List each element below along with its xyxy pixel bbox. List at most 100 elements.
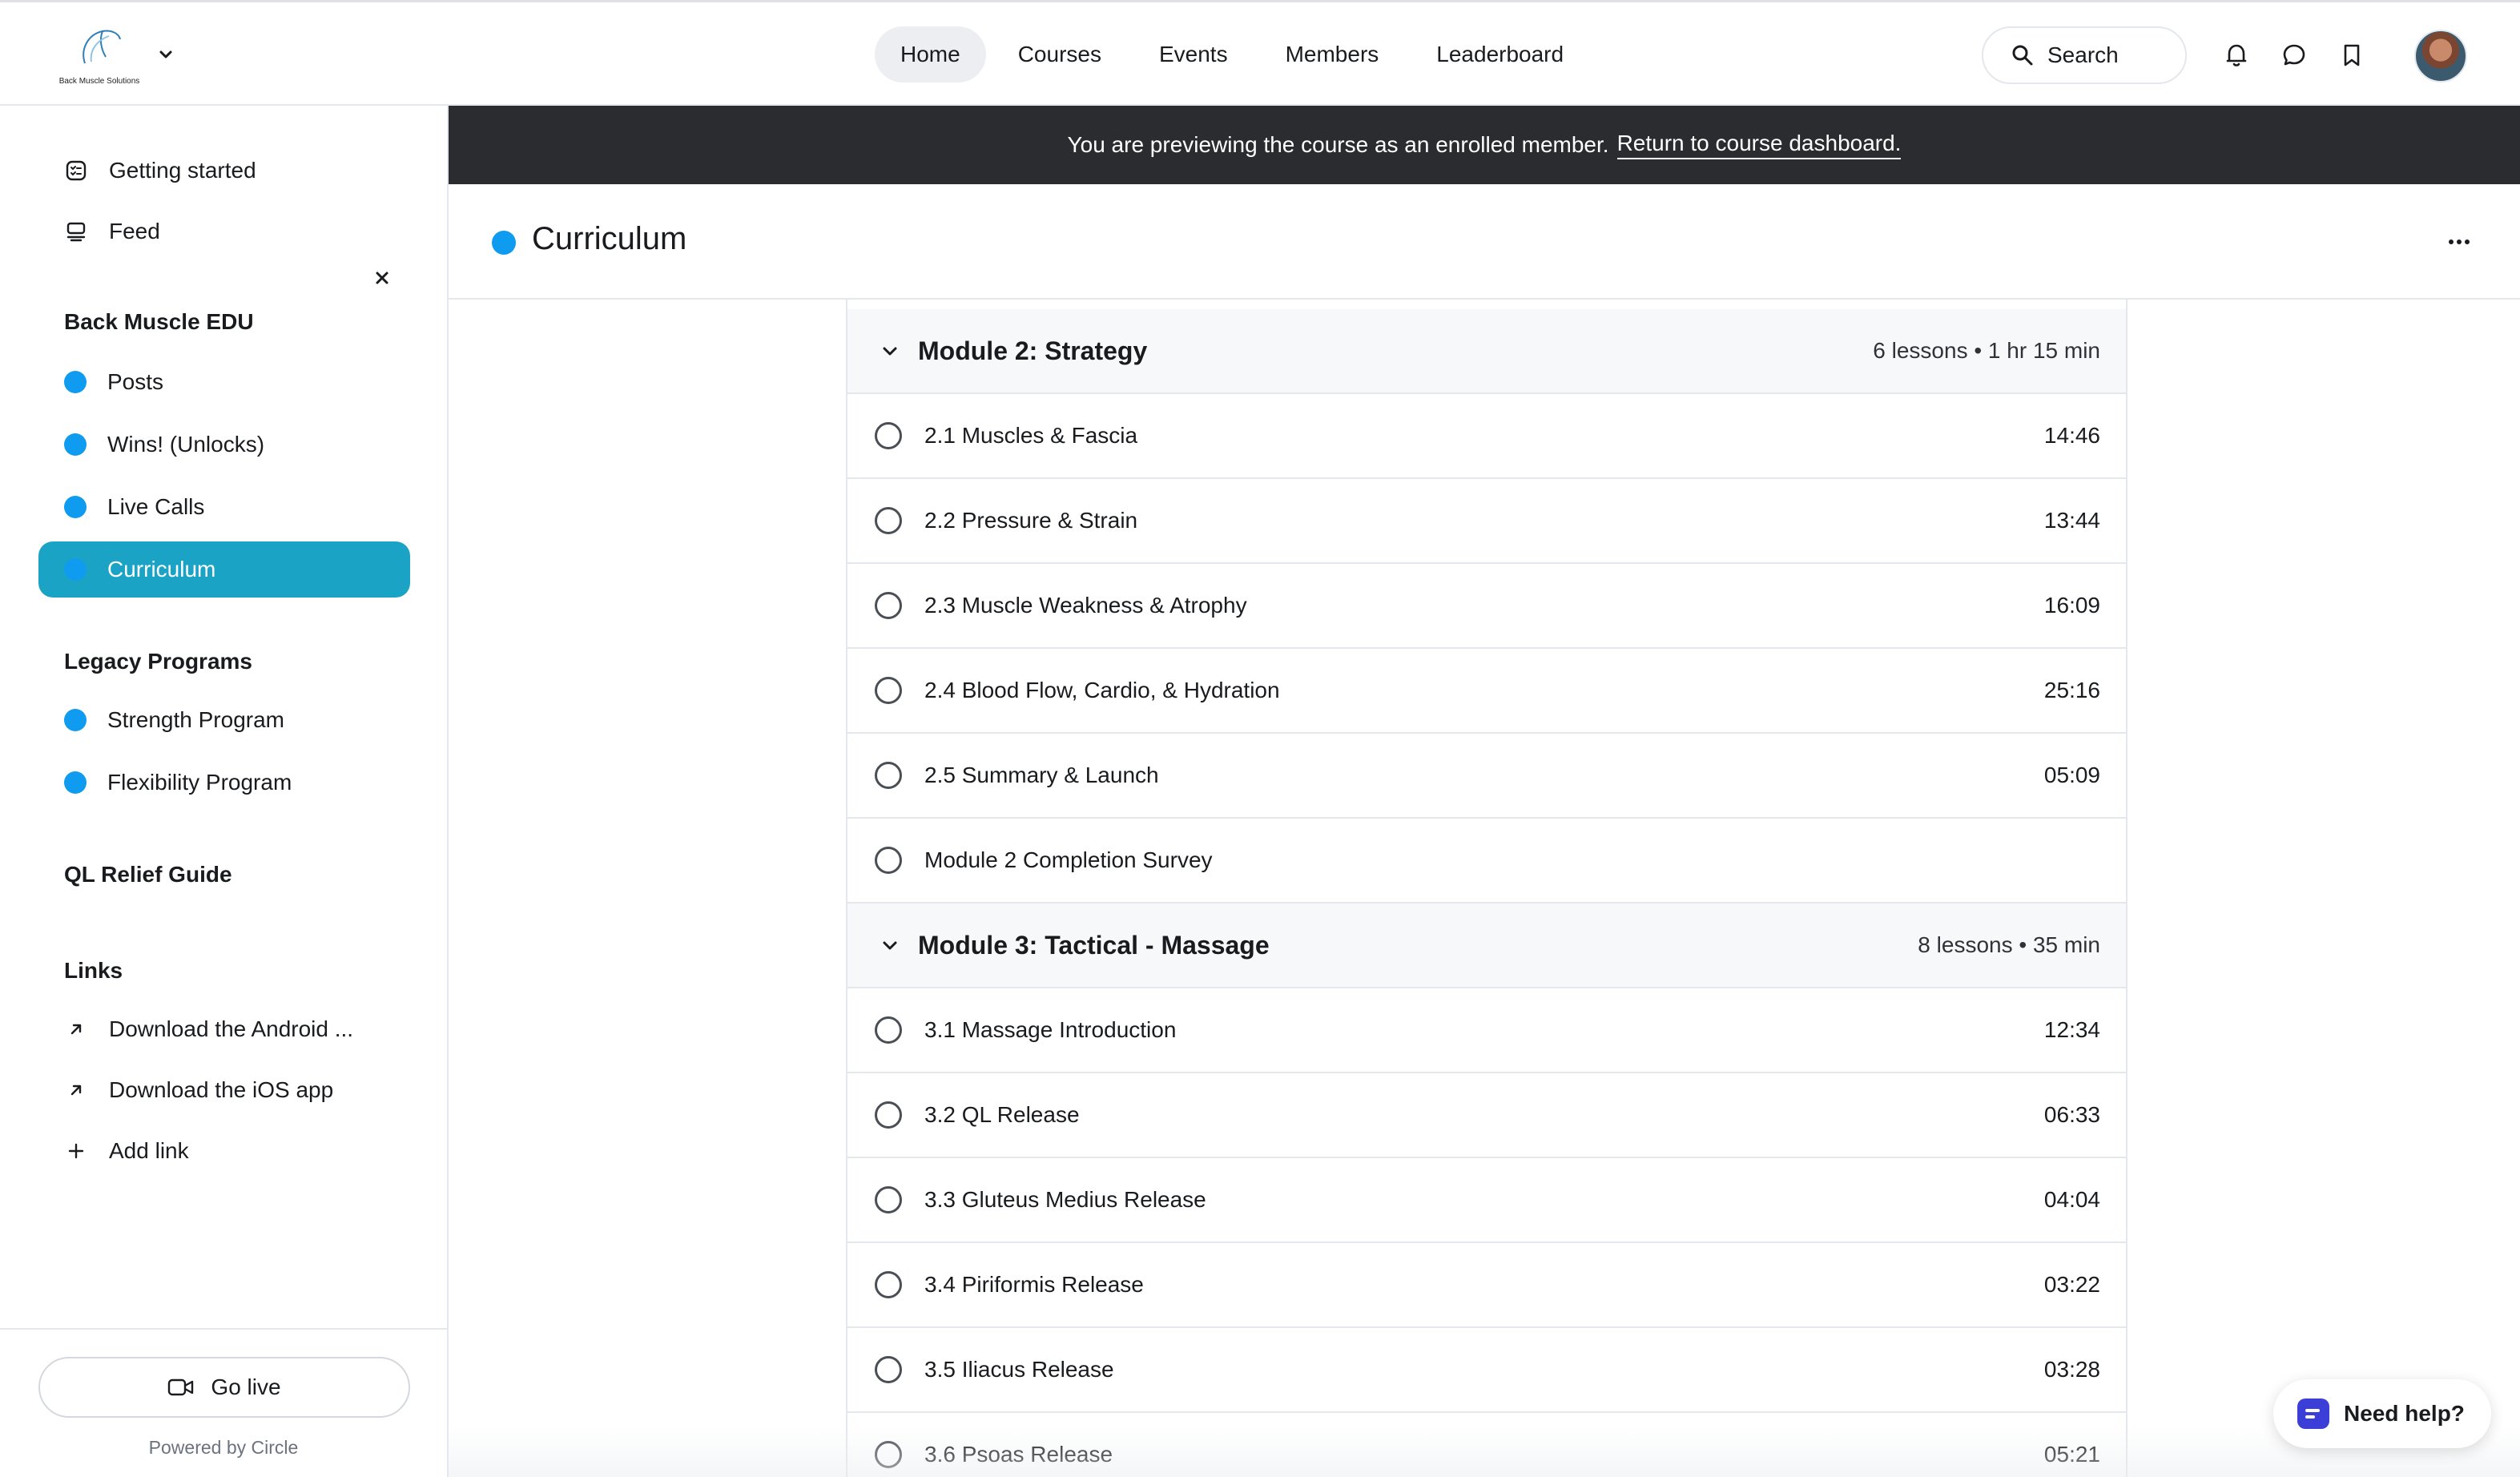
- main-nav: Home Courses Events Members Leaderboard: [875, 26, 1589, 83]
- avatar[interactable]: [2414, 30, 2467, 83]
- sidebar-item-label: Posts: [107, 369, 164, 394]
- lesson-row[interactable]: 3.6 Psoas Release 05:21: [847, 1413, 2126, 1477]
- add-link-button[interactable]: Add link: [38, 1123, 410, 1179]
- nav-courses[interactable]: Courses: [992, 26, 1127, 83]
- nav-home[interactable]: Home: [875, 26, 986, 83]
- sidebar-heading-legacy-programs[interactable]: Legacy Programs: [64, 649, 252, 674]
- sidebar-item-live-calls[interactable]: Live Calls: [38, 479, 410, 535]
- sidebar-item-label: Download the Android ...: [109, 1016, 354, 1041]
- space-dot-icon: [64, 709, 87, 731]
- plus-icon: [64, 1139, 88, 1163]
- need-help-button[interactable]: Need help?: [2273, 1379, 2491, 1448]
- lesson-status-circle-icon: [875, 1441, 902, 1468]
- lesson-duration: 13:44: [2043, 508, 2100, 533]
- lesson-duration: 16:09: [2043, 593, 2100, 618]
- sidebar-link-android[interactable]: Download the Android ...: [38, 1001, 410, 1057]
- nav-members[interactable]: Members: [1260, 26, 1405, 83]
- sidebar-item-label: Wins! (Unlocks): [107, 432, 265, 457]
- lesson-row[interactable]: 3.2 QL Release 06:33: [847, 1073, 2126, 1158]
- chevron-down-icon[interactable]: [880, 936, 900, 956]
- bell-icon[interactable]: [2222, 41, 2251, 70]
- sidebar-item-strength-program[interactable]: Strength Program: [38, 692, 410, 748]
- lesson-row[interactable]: 3.1 Massage Introduction 12:34: [847, 988, 2126, 1073]
- space-dot-icon: [64, 496, 87, 518]
- lesson-status-circle-icon: [875, 422, 902, 449]
- lesson-title: 2.5 Summary & Launch: [924, 763, 1159, 787]
- nav-leaderboard[interactable]: Leaderboard: [1411, 26, 1589, 83]
- sidebar-item-curriculum[interactable]: Curriculum: [38, 541, 410, 598]
- module-title: Module 3: Tactical - Massage: [918, 930, 1270, 960]
- chevron-down-icon[interactable]: [880, 341, 900, 362]
- lesson-status-circle-icon: [875, 847, 902, 874]
- page-title: Curriculum: [532, 221, 687, 256]
- lesson-row[interactable]: 2.3 Muscle Weakness & Atrophy 16:09: [847, 564, 2126, 649]
- lesson-row[interactable]: 2.2 Pressure & Strain 13:44: [847, 479, 2126, 564]
- sidebar-item-wins[interactable]: Wins! (Unlocks): [38, 417, 410, 473]
- need-help-label: Need help?: [2344, 1401, 2465, 1426]
- logo-mark-icon: [83, 30, 121, 64]
- sidebar-footer: Go live Powered by Circle: [0, 1328, 447, 1477]
- main-content: You are previewing the course as an enro…: [449, 106, 2520, 1477]
- sidebar-heading-back-muscle-edu[interactable]: Back Muscle EDU: [64, 309, 254, 335]
- lesson-title: 2.1 Muscles & Fascia: [924, 423, 1138, 448]
- chat-bubble-icon: [2297, 1399, 2329, 1429]
- lesson-row[interactable]: 3.4 Piriformis Release 03:22: [847, 1243, 2126, 1328]
- chevron-down-icon[interactable]: [157, 46, 175, 63]
- logo-text: Back Muscle Solutions: [58, 77, 140, 86]
- sidebar-item-feed[interactable]: Feed: [38, 203, 410, 260]
- lesson-title: 2.2 Pressure & Strain: [924, 508, 1138, 533]
- module-header[interactable]: Module 3: Tactical - Massage 8 lessons •…: [847, 904, 2126, 988]
- powered-by[interactable]: Powered by Circle: [0, 1437, 447, 1459]
- chat-icon[interactable]: [2280, 41, 2309, 70]
- sidebar-item-label: Download the iOS app: [109, 1077, 334, 1102]
- sidebar-item-label: Live Calls: [107, 494, 205, 519]
- lesson-status-circle-icon: [875, 1016, 902, 1044]
- lesson-row[interactable]: 3.5 Iliacus Release 03:28: [847, 1328, 2126, 1413]
- lesson-row[interactable]: 3.3 Gluteus Medius Release 04:04: [847, 1158, 2126, 1243]
- arrow-up-right-icon: [64, 1017, 88, 1041]
- lesson-row[interactable]: 2.1 Muscles & Fascia 14:46: [847, 394, 2126, 479]
- feed-icon: [64, 219, 88, 243]
- checklist-icon: [64, 159, 88, 183]
- lesson-duration: 05:09: [2043, 763, 2100, 787]
- lesson-duration: 14:46: [2043, 423, 2100, 448]
- return-to-dashboard-link[interactable]: Return to course dashboard.: [1616, 131, 1902, 159]
- lesson-status-circle-icon: [875, 1271, 902, 1298]
- lesson-title: 3.3 Gluteus Medius Release: [924, 1187, 1206, 1212]
- go-live-label: Go live: [211, 1374, 281, 1399]
- lesson-duration: 25:16: [2043, 678, 2100, 702]
- sidebar-item-posts[interactable]: Posts: [38, 354, 410, 410]
- lesson-title: 3.2 QL Release: [924, 1102, 1080, 1127]
- brand-logo[interactable]: Back Muscle Solutions: [53, 25, 146, 86]
- bookmark-icon[interactable]: [2337, 41, 2366, 70]
- lesson-title: 2.3 Muscle Weakness & Atrophy: [924, 593, 1247, 618]
- sidebar-item-flexibility-program[interactable]: Flexibility Program: [38, 755, 410, 811]
- more-options-icon[interactable]: [2443, 232, 2475, 252]
- search-button[interactable]: Search: [1982, 26, 2187, 84]
- lesson-duration: 03:22: [2043, 1272, 2100, 1297]
- lesson-title: 3.5 Iliacus Release: [924, 1357, 1114, 1382]
- arrow-up-right-icon: [64, 1078, 88, 1102]
- close-icon[interactable]: [370, 266, 394, 290]
- sidebar-heading-links[interactable]: Links: [64, 958, 123, 984]
- space-dot-icon: [64, 433, 87, 456]
- module-header[interactable]: Module 2: Strategy 6 lessons • 1 hr 15 m…: [847, 309, 2126, 394]
- lesson-title: Module 2 Completion Survey: [924, 847, 1213, 872]
- search-icon: [2012, 45, 2033, 66]
- lesson-duration: 05:21: [2043, 1442, 2100, 1467]
- lesson-row[interactable]: 2.5 Summary & Launch 05:09: [847, 734, 2126, 819]
- sidebar-item-label: Getting started: [109, 158, 256, 183]
- sidebar-item-getting-started[interactable]: Getting started: [38, 143, 410, 199]
- lesson-status-circle-icon: [875, 1186, 902, 1213]
- nav-events[interactable]: Events: [1133, 26, 1254, 83]
- module-title: Module 2: Strategy: [918, 336, 1148, 365]
- sidebar-item-label: Feed: [109, 219, 160, 243]
- space-dot-icon: [64, 558, 87, 581]
- go-live-button[interactable]: Go live: [38, 1357, 410, 1418]
- sidebar-link-ios[interactable]: Download the iOS app: [38, 1062, 410, 1118]
- sidebar-heading-ql-relief-guide[interactable]: QL Relief Guide: [64, 862, 232, 887]
- lesson-row[interactable]: Module 2 Completion Survey: [847, 819, 2126, 904]
- sidebar-item-label: Strength Program: [107, 707, 284, 732]
- module-meta: 8 lessons • 35 min: [1918, 932, 2100, 957]
- lesson-row[interactable]: 2.4 Blood Flow, Cardio, & Hydration 25:1…: [847, 649, 2126, 734]
